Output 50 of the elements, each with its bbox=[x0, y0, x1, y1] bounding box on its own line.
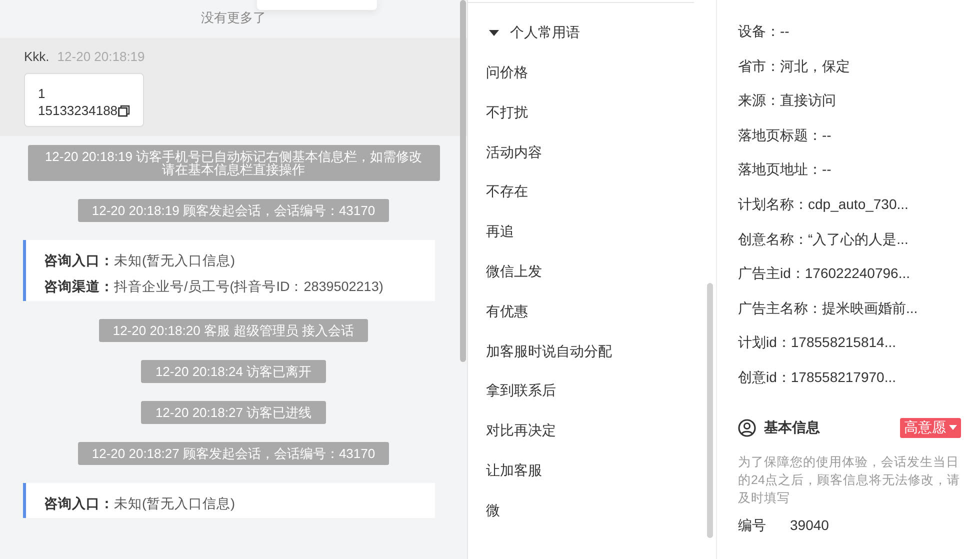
phrase-item[interactable]: 不存在 bbox=[486, 181, 528, 202]
info-line: 计划名称：cdp_auto_730... bbox=[738, 194, 908, 214]
info-line: 落地页地址：-- bbox=[738, 160, 832, 180]
field-label: 咨询渠道： bbox=[44, 278, 114, 295]
field-value: 未知(暂无入口信息) bbox=[114, 495, 235, 512]
message-line: 15133234188 bbox=[38, 102, 130, 119]
field-value: 39040 bbox=[790, 516, 829, 535]
phrase-item[interactable]: 有优惠 bbox=[486, 300, 528, 321]
copy-icon[interactable] bbox=[118, 105, 130, 117]
scrollbar[interactable] bbox=[460, 0, 466, 362]
field-label: 咨询入口： bbox=[44, 252, 114, 269]
phrase-item[interactable]: 微信上发 bbox=[486, 260, 542, 281]
system-notice: 12-20 20:18:19 顾客发起会话，会话编号：43170 bbox=[78, 199, 390, 222]
system-notice: 12-20 20:18:27 访客已进线 bbox=[141, 401, 326, 424]
field-value: 未知(暂无入口信息) bbox=[114, 252, 235, 269]
info-line: 广告主名称：提米映画婚前... bbox=[738, 298, 918, 318]
phrase-item[interactable]: 对比再决定 bbox=[486, 420, 556, 440]
system-notice: 12-20 20:18:20 客服 超级管理员 接入会话 bbox=[98, 319, 368, 342]
system-notice: 12-20 20:18:19 访客手机号已自动标记右侧基本信息栏，如需修改请在基本信息栏直接操作 bbox=[28, 145, 440, 181]
phrase-item[interactable]: 让加客服 bbox=[486, 460, 542, 480]
phrase-item[interactable]: 再追 bbox=[486, 221, 514, 242]
message-time: 12-20 20:18:19 bbox=[57, 49, 145, 64]
phrase-item[interactable]: 问价格 bbox=[486, 62, 528, 82]
field-value: 抖音企业号/员工号(抖音号ID：2839502213) bbox=[114, 278, 384, 295]
no-more-text: 没有更多了 bbox=[200, 9, 267, 27]
phrase-item[interactable]: 拿到联系后 bbox=[486, 380, 556, 400]
phrase-item[interactable]: 微 bbox=[486, 500, 500, 520]
phrase-item[interactable]: 活动内容 bbox=[486, 142, 542, 162]
info-line: 创意名称：“入了心的人是... bbox=[738, 230, 908, 249]
info-line: 广告主id：176022240796... bbox=[738, 264, 910, 284]
section-title: 基本信息 bbox=[764, 418, 820, 437]
info-line: 设备：-- bbox=[738, 22, 790, 41]
caret-icon[interactable] bbox=[488, 28, 500, 38]
notice-text: 为了保障您的使用体验，会话发生当日的24点之后，顾客信息将无法修改，请及时填写 bbox=[738, 454, 961, 507]
info-line: 来源：直接访问 bbox=[738, 91, 836, 110]
phrase-item[interactable]: 不打扰 bbox=[486, 102, 528, 122]
info-line: 创意id：178558217970... bbox=[738, 368, 896, 387]
user-circle-icon bbox=[738, 418, 756, 437]
field-label: 编号 bbox=[738, 516, 766, 535]
group-title[interactable]: 个人常用语 bbox=[510, 24, 580, 42]
phrase-item[interactable]: 加客服时说自动分配 bbox=[486, 340, 612, 361]
info-line: 计划id：178558215814... bbox=[738, 333, 896, 352]
sender-name: Kkk. bbox=[24, 49, 50, 64]
field-label: 咨询入口： bbox=[44, 495, 114, 512]
message-line: 1 bbox=[38, 85, 46, 102]
system-notice: 12-20 20:18:24 访客已离开 bbox=[141, 360, 326, 383]
info-line: 省市：河北，保定 bbox=[738, 56, 850, 76]
info-line: 落地页标题：-- bbox=[738, 126, 832, 145]
scrollbar[interactable] bbox=[707, 283, 713, 538]
system-notice: 12-20 20:18:27 顾客发起会话，会话编号：43170 bbox=[78, 442, 390, 465]
